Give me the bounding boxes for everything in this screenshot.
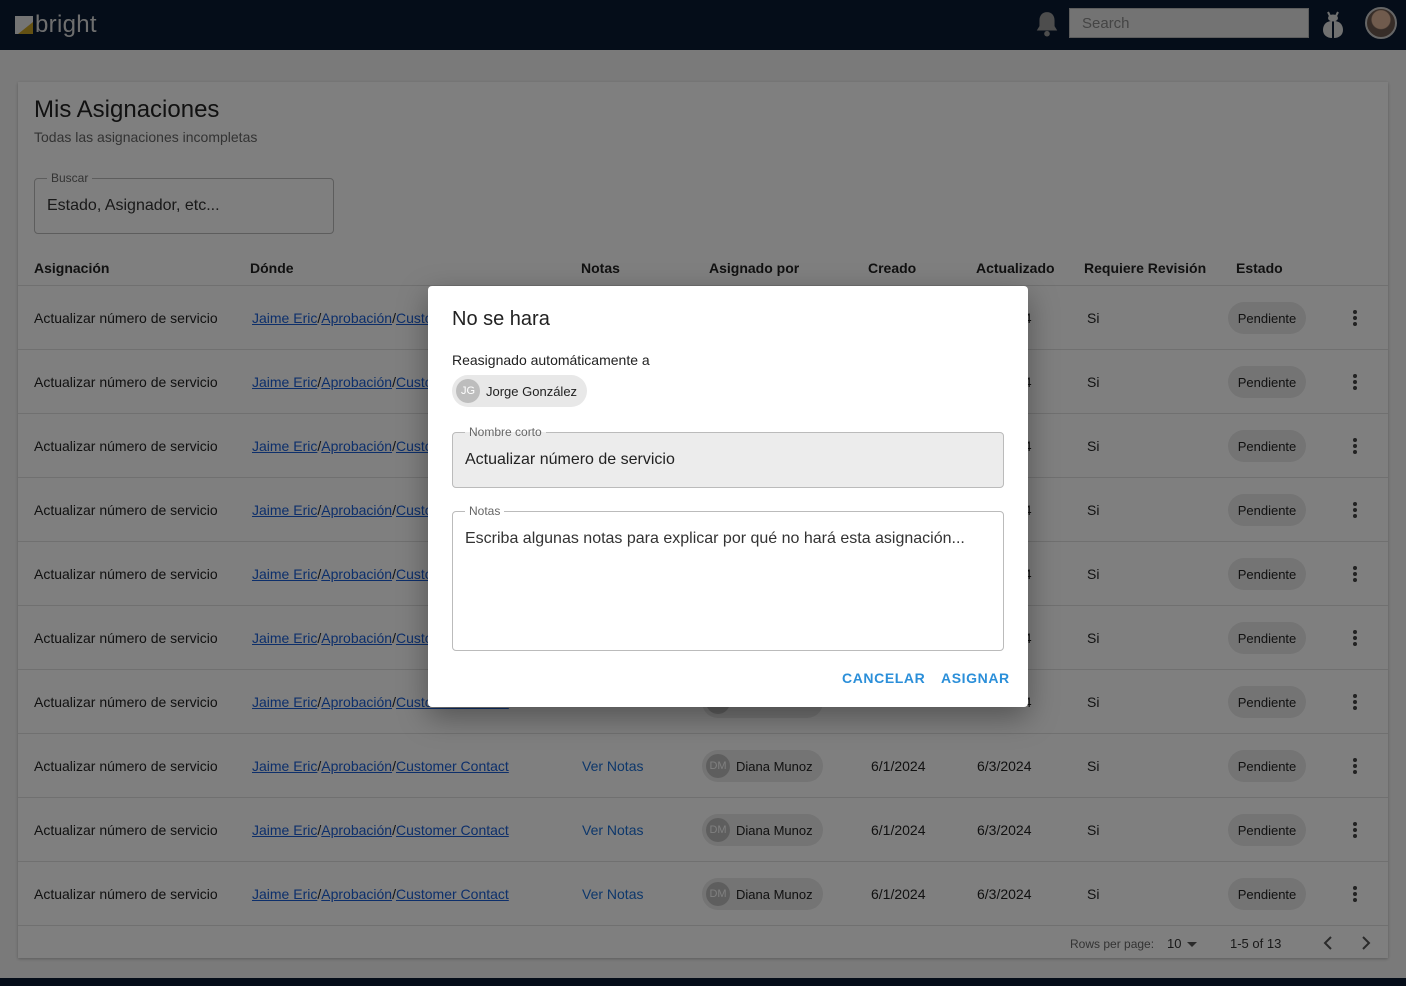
reassigned-label: Reasignado automáticamente a [452,352,650,368]
reassigned-user-chip[interactable]: JG Jorge González [452,375,588,407]
short-name-label: Nombre corto [465,425,546,439]
notes-field[interactable]: Notas Escriba algunas notas para explica… [452,504,1004,651]
dialog-title: No se hara [452,308,550,330]
short-name-field: Nombre corto Actualizar número de servic… [452,425,1004,488]
short-name-value: Actualizar número de servicio [465,451,675,468]
assign-button[interactable]: ASIGNAR [941,670,1010,686]
notes-textarea[interactable]: Escriba algunas notas para explicar por … [465,530,965,548]
reassigned-user-name: Jorge González [486,383,578,399]
avatar: JG [456,379,480,403]
cancel-button[interactable]: CANCELAR [842,670,925,686]
notes-label: Notas [465,504,505,518]
wont-do-dialog: No se hara Reasignado automáticamente a … [428,286,1028,707]
